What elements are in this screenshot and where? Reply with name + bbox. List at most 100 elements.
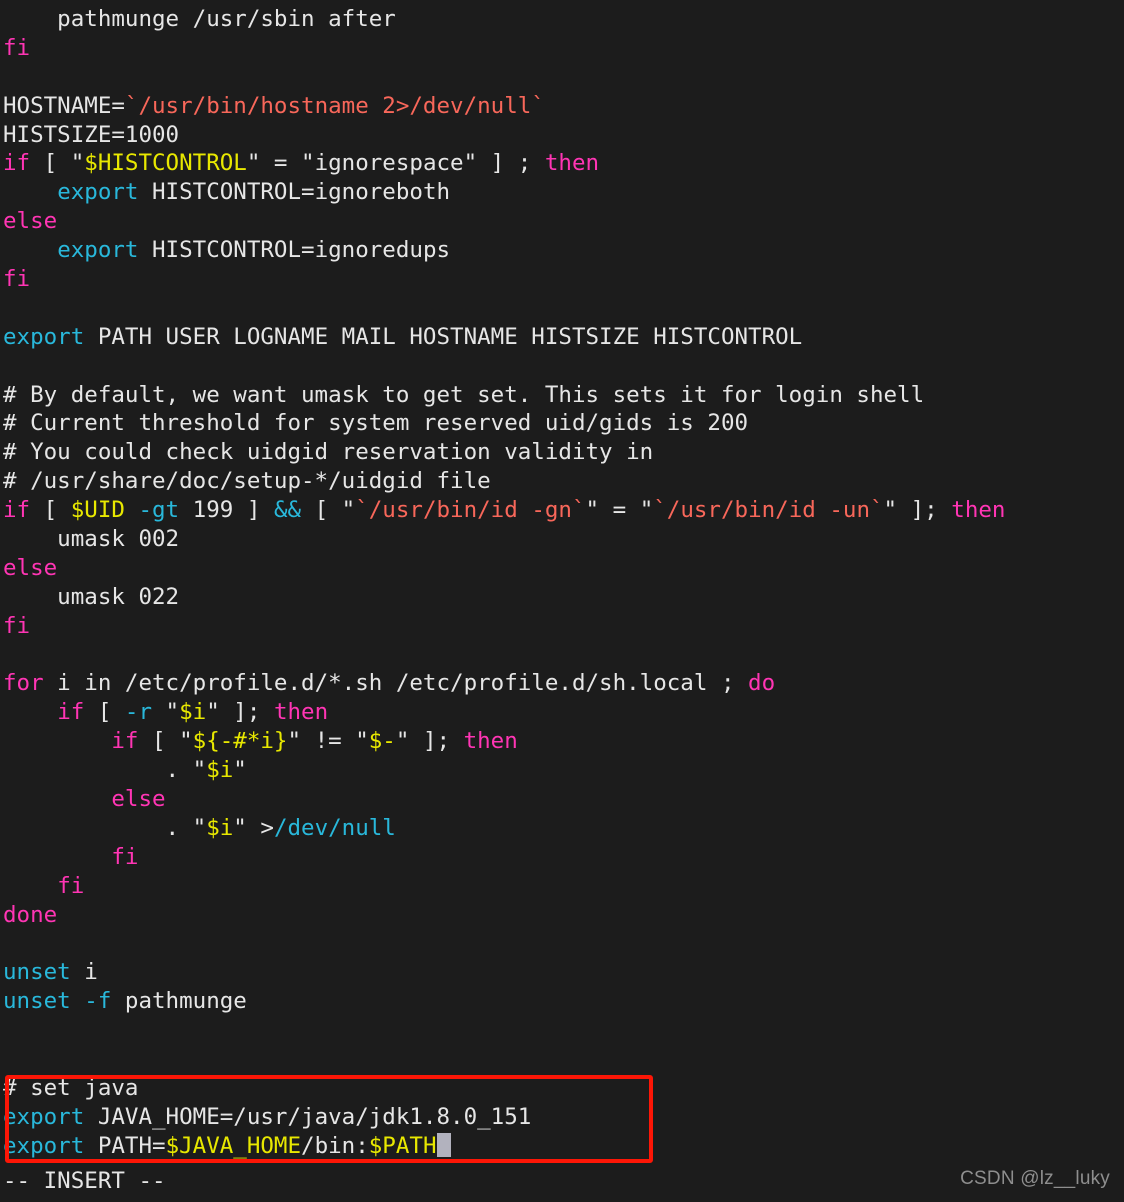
terminal-window[interactable]: pathmunge /usr/sbin after fi HOSTNAME=`/us…	[0, 0, 1124, 1202]
code-token-kw: if	[3, 497, 31, 524]
vim-buffer[interactable]: pathmunge /usr/sbin after fi HOSTNAME=`/us…	[0, 0, 1124, 1161]
code-line[interactable]: if [ "${-#*i}" != "$-" ]; then	[0, 727, 1124, 756]
code-token-kw: done	[3, 901, 58, 928]
code-token-kw: then	[951, 497, 1006, 524]
code-line[interactable]: if [ "$HISTCONTROL" = "ignorespace" ] ; …	[0, 149, 1124, 178]
code-line[interactable]	[0, 1016, 1124, 1045]
code-token-plain: umask 002	[3, 526, 180, 553]
code-line[interactable]: # /usr/share/doc/setup-*/uidgid file	[0, 467, 1124, 496]
code-line[interactable]: for i in /etc/profile.d/*.sh /etc/profil…	[0, 669, 1124, 698]
code-token-var: $i	[206, 757, 234, 784]
code-line[interactable]	[0, 930, 1124, 959]
code-token-plain: HISTSIZE=1000	[3, 121, 180, 148]
code-token-plain: pathmunge /usr/sbin after	[3, 6, 396, 32]
code-line[interactable]: else	[0, 554, 1124, 583]
code-token-builtin: unset	[3, 959, 71, 986]
code-line[interactable]: HISTSIZE=1000	[0, 121, 1124, 150]
code-token-plain: . "	[3, 757, 207, 784]
code-line[interactable]: # You could check uidgid reservation val…	[0, 438, 1124, 467]
code-token-plain: " ];	[206, 699, 274, 726]
code-token-plain: " ];	[883, 497, 952, 524]
code-line[interactable]	[0, 63, 1124, 92]
text-cursor	[436, 1132, 451, 1157]
code-token-kw: fi	[3, 266, 31, 293]
code-line[interactable]: export HISTCONTROL=ignoreboth	[0, 178, 1124, 207]
code-line[interactable]: if [ $UID -gt 199 ] && [ "`/usr/bin/id -…	[0, 496, 1124, 525]
code-line[interactable]: . "$i"	[0, 756, 1124, 785]
code-token-cmt: # You could check uidgid reservation val…	[3, 439, 654, 466]
code-token-cmt: # By default, we want umask to get set. …	[3, 381, 925, 408]
code-line[interactable]: fi	[0, 843, 1124, 872]
code-token-plain: " != "	[287, 728, 369, 755]
code-token-kw: fi	[3, 34, 31, 61]
code-token-plain: umask 022	[3, 583, 180, 610]
code-token-plain: [ "	[30, 150, 85, 177]
code-token-path: /dev/null	[273, 814, 396, 841]
code-token-kw: fi	[111, 843, 139, 870]
code-line[interactable]: fi	[0, 612, 1124, 641]
code-token-plain: i in /etc/profile.d/*.sh /etc/profile.d/…	[43, 670, 749, 697]
code-line[interactable]: export HISTCONTROL=ignoredups	[0, 236, 1124, 265]
code-token-kw: then	[463, 728, 518, 755]
code-token-kw: do	[748, 670, 776, 697]
code-token-cmt: # /usr/share/doc/setup-*/uidgid file	[3, 468, 491, 495]
code-token-builtin: export	[57, 179, 139, 206]
code-line[interactable]: done	[0, 901, 1124, 930]
code-line[interactable]: export JAVA_HOME=/usr/java/jdk1.8.0_151	[0, 1103, 1124, 1132]
code-token-var: $i	[179, 699, 207, 726]
code-token-plain: PATH USER LOGNAME MAIL HOSTNAME HISTSIZE…	[84, 323, 803, 350]
code-line[interactable]: export PATH=$JAVA_HOME/bin:$PATH	[0, 1132, 1124, 1161]
code-line[interactable]: else	[0, 785, 1124, 814]
code-token-kw: fi	[3, 612, 31, 639]
code-token-str: `/usr/bin/id -gn`	[355, 497, 586, 524]
code-token-builtin: export	[3, 1103, 85, 1130]
code-line[interactable]: if [ -r "$i" ]; then	[0, 698, 1124, 727]
code-token-plain: i	[70, 959, 98, 986]
code-token-plain: "	[233, 757, 247, 784]
code-line[interactable]: fi	[0, 265, 1124, 294]
code-token-var: $HISTCONTROL	[84, 150, 247, 177]
code-line[interactable]: . "$i" >/dev/null	[0, 814, 1124, 843]
code-line[interactable]: fi	[0, 872, 1124, 901]
code-token-plain: [ "	[138, 728, 193, 755]
code-token-kw: fi	[57, 872, 85, 899]
code-token-plain: HISTCONTROL=ignoreboth	[138, 179, 451, 206]
code-token-plain: 199 ]	[179, 497, 274, 524]
code-line[interactable]	[0, 1045, 1124, 1074]
code-line[interactable]: # set java	[0, 1074, 1124, 1103]
code-line[interactable]: else	[0, 207, 1124, 236]
code-token-str: `/usr/bin/id -un`	[653, 497, 884, 524]
code-line[interactable]: # Current threshold for system reserved …	[0, 409, 1124, 438]
code-line[interactable]: umask 002	[0, 525, 1124, 554]
code-token-kw: if	[3, 150, 31, 177]
code-line[interactable]: unset -f pathmunge	[0, 987, 1124, 1016]
code-line[interactable]: umask 022	[0, 583, 1124, 612]
code-line[interactable]: HOSTNAME=`/usr/bin/hostname 2>/dev/null`	[0, 92, 1124, 121]
code-line[interactable]	[0, 352, 1124, 381]
code-token-plain: /bin:	[301, 1132, 369, 1159]
code-line[interactable]	[0, 294, 1124, 323]
code-token-builtin: export	[57, 237, 139, 264]
code-token-kw: else	[111, 786, 166, 813]
code-token-plain: HISTCONTROL=ignoredups	[138, 237, 451, 264]
code-line[interactable]: pathmunge /usr/sbin after	[0, 5, 1124, 34]
code-token-plain: " = "	[585, 497, 654, 524]
code-token-kw: if	[57, 699, 85, 726]
code-line[interactable]: unset i	[0, 958, 1124, 987]
code-line[interactable]: fi	[0, 34, 1124, 63]
code-line[interactable]: # By default, we want umask to get set. …	[0, 381, 1124, 410]
code-token-plain: [	[30, 497, 71, 524]
code-line[interactable]	[0, 641, 1124, 670]
code-token-plain: JAVA_HOME=/usr/java/jdk1.8.0_151	[84, 1103, 532, 1130]
code-token-str: `/usr/bin/hostname 2>/dev/null`	[124, 92, 545, 119]
code-line[interactable]: export PATH USER LOGNAME MAIL HOSTNAME H…	[0, 323, 1124, 352]
code-token-kw: then	[273, 699, 329, 726]
